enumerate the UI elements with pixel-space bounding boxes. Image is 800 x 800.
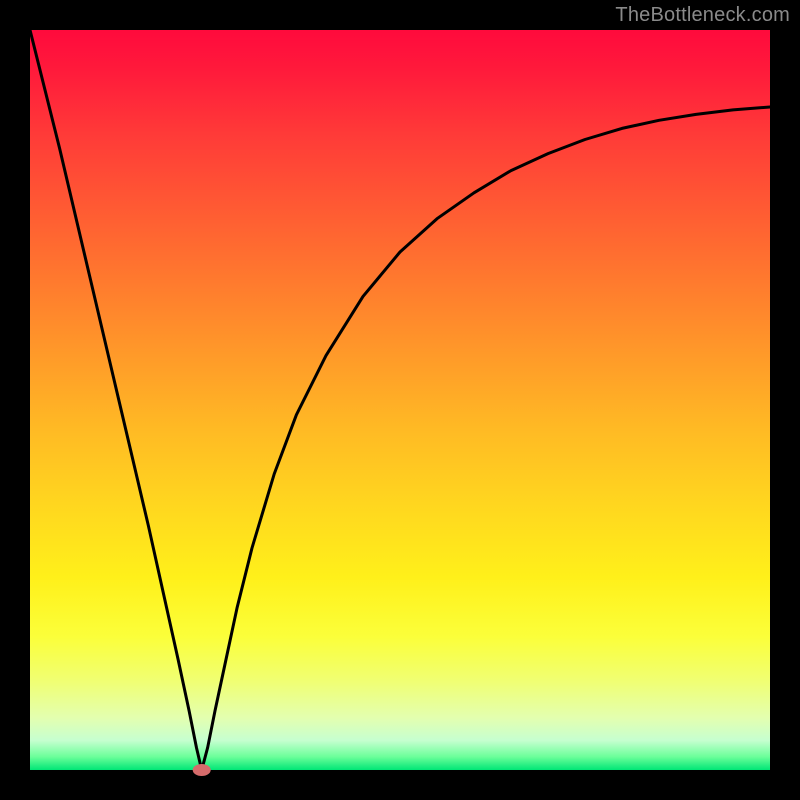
- bottleneck-curve: [30, 30, 770, 770]
- optimal-marker: [193, 764, 211, 776]
- watermark-text: TheBottleneck.com: [615, 4, 790, 27]
- curve-overlay: [0, 0, 800, 800]
- chart-container: TheBottleneck.com: [0, 0, 800, 800]
